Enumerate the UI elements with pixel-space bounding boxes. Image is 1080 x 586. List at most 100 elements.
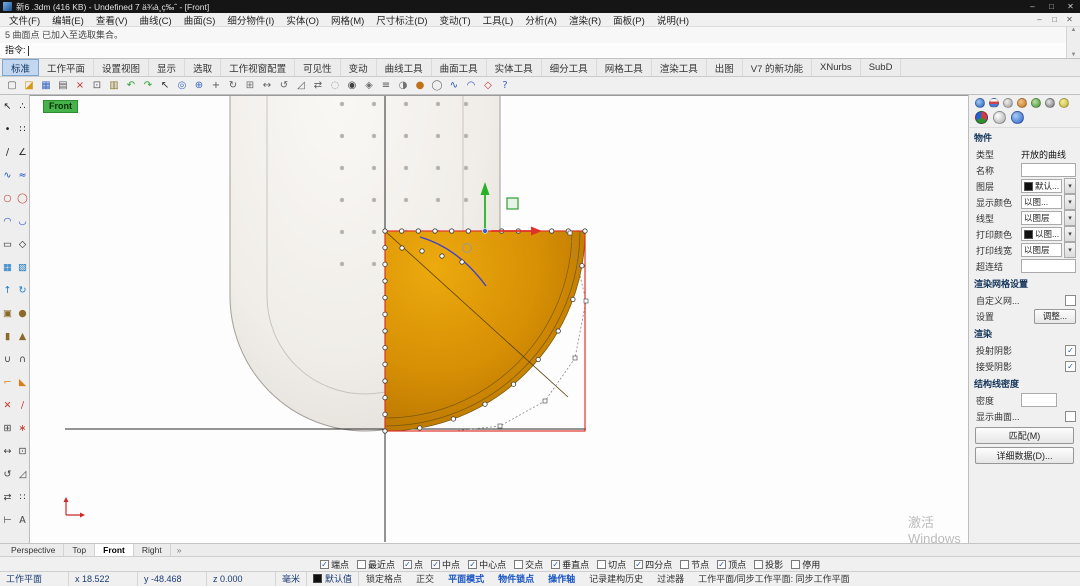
boolean-union-icon[interactable]: ∪ [0,348,15,371]
extrude-icon[interactable]: ↑ [0,279,15,302]
status-toggle[interactable]: 操作轴 [541,572,582,585]
osnap-checkbox[interactable] [597,560,606,569]
command-scrollbar[interactable]: ▲ ▼ [1066,27,1080,58]
front-viewport[interactable]: Front 激活 Windows 转到“设置”以激活 Windows。 [30,95,968,543]
display-tab-icon[interactable] [1003,98,1013,108]
fillet-icon[interactable]: ⌐ [0,371,15,394]
circle-icon[interactable]: ○ [0,187,15,210]
light-icon[interactable] [993,111,1006,124]
osnap-checkbox[interactable] [551,560,560,569]
osnap-toggle[interactable]: 点 [403,558,423,571]
osnap-toggle[interactable]: 停用 [791,558,820,571]
layer-dropdown-arrow-icon[interactable] [1064,178,1076,194]
notes-tab-icon[interactable] [1059,98,1069,108]
toolbar-tab[interactable]: 细分工具 [542,59,597,76]
toolbar-tab[interactable]: 显示 [149,59,185,76]
menu-item[interactable]: 文件(F) [3,13,46,27]
polygon-icon[interactable]: ◇ [15,233,30,256]
minimize-button[interactable]: – [1023,0,1042,13]
explode-icon[interactable]: ∗ [15,417,30,440]
chamfer-icon[interactable]: ◣ [15,371,30,394]
rotate-object-icon[interactable]: ↺ [0,463,15,486]
surface-icon[interactable]: ▦ [0,256,15,279]
shaded-view-icon[interactable]: ● [412,78,428,93]
menu-item[interactable]: 渲染(R) [563,13,607,27]
osnap-checkbox[interactable] [468,560,477,569]
toolbar-tab[interactable]: 曲面工具 [432,59,487,76]
split-icon[interactable]: ∕ [15,394,30,417]
hyperlink-field[interactable] [1021,259,1076,273]
scroll-down-icon[interactable]: ▼ [1071,52,1077,58]
gumball-origin-handle[interactable] [483,229,488,234]
toolbar-tab[interactable]: 出图 [707,59,743,76]
cut-icon[interactable]: × [72,78,88,93]
osnap-toggle[interactable]: 切点 [597,558,626,571]
join-icon[interactable]: ⊞ [0,417,15,440]
menu-item[interactable]: 网格(M) [325,13,370,27]
zoom-window-icon[interactable]: ⊕ [191,78,207,93]
match-button[interactable]: 匹配(M) [975,427,1074,444]
osnap-toggle[interactable]: 中点 [431,558,460,571]
menu-item[interactable]: 曲面(S) [178,13,222,27]
help-tab-icon[interactable] [1045,98,1055,108]
osnap-toggle[interactable]: 垂直点 [551,558,589,571]
toolbar-tab[interactable]: 选取 [185,59,221,76]
adjust-button[interactable]: 调整... [1034,309,1076,324]
status-toggle[interactable]: 过滤器 [650,572,691,585]
properties-tab-icon[interactable] [975,98,985,108]
mdi-close-button[interactable]: ✕ [1062,15,1077,24]
mdi-minimize-button[interactable]: – [1032,15,1047,24]
menu-item[interactable]: 编辑(E) [46,13,90,27]
osnap-checkbox[interactable] [431,560,440,569]
receive-shadows-checkbox[interactable] [1065,361,1076,372]
menu-item[interactable]: 实体(O) [280,13,325,27]
scroll-up-icon[interactable]: ▲ [1071,27,1077,33]
toolbar-tab[interactable]: XNurbs [812,59,861,76]
toolbar-tab[interactable]: 工作平面 [39,59,94,76]
print-width-dropdown-arrow-icon[interactable] [1064,242,1076,258]
menu-item[interactable]: 说明(H) [651,13,695,27]
rectangle-icon[interactable]: ▭ [0,233,15,256]
wireframe-view-icon[interactable]: ◯ [429,78,445,93]
paste-icon[interactable]: ▥ [106,78,122,93]
osnap-toggle[interactable]: 节点 [680,558,709,571]
select-icon[interactable]: ↖ [157,78,173,93]
osnap-checkbox[interactable] [320,560,329,569]
arc-3pt-icon[interactable]: ◡ [15,210,30,233]
osnap-checkbox[interactable] [514,560,523,569]
move-icon[interactable]: ↔ [259,78,275,93]
materials-tab-icon[interactable] [1031,98,1041,108]
gumball-plane-handle[interactable] [507,198,518,209]
osnap-checkbox[interactable] [791,560,800,569]
osnap-checkbox[interactable] [717,560,726,569]
print-color-dropdown-arrow-icon[interactable] [1064,226,1076,242]
corner-surface-icon[interactable]: ▧ [15,256,30,279]
custom-mesh-checkbox[interactable] [1065,295,1076,306]
show-icon[interactable]: ◉ [344,78,360,93]
viewport-tab[interactable]: Perspective [3,544,64,557]
display-color-dropdown[interactable]: 以图... [1021,195,1062,209]
layer-dropdown[interactable]: 默认... [1021,179,1062,193]
toolbar-tab[interactable]: 网格工具 [597,59,652,76]
new-file-icon[interactable]: ▢ [4,78,20,93]
osnap-toggle[interactable]: 最近点 [357,558,395,571]
osnap-tool-icon[interactable]: ◇ [480,78,496,93]
menu-item[interactable]: 尺寸标注(D) [370,13,433,27]
osnap-toggle[interactable]: 交点 [514,558,543,571]
viewport-canvas[interactable] [30,96,968,544]
print-width-dropdown[interactable]: 以图层 [1021,243,1062,257]
object-properties-icon[interactable] [975,111,988,124]
scale-object-icon[interactable]: ◿ [15,463,30,486]
menu-item[interactable]: 分析(A) [519,13,563,27]
toolbar-tab[interactable]: 渲染工具 [652,59,707,76]
toolbar-tab[interactable]: 工作视窗配置 [221,59,295,76]
display-mode-icon[interactable]: ◑ [395,78,411,93]
toolbar-tab[interactable]: 可见性 [295,59,341,76]
viewport-tabs-more-icon[interactable]: » [171,545,188,555]
move-icon[interactable]: ↔ [0,440,15,463]
status-toggle[interactable]: 平面模式 [441,572,491,585]
trim-icon[interactable]: ✕ [0,394,15,417]
point-icon[interactable]: • [0,118,15,141]
multi-point-icon[interactable]: ∷ [15,118,30,141]
toolbar-tab[interactable]: 实体工具 [487,59,542,76]
